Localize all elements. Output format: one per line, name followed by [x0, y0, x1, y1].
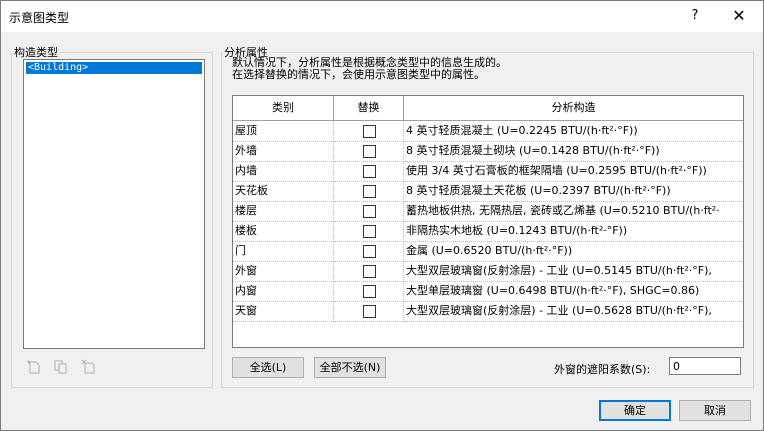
override-cell — [334, 281, 404, 302]
override-checkbox[interactable] — [363, 145, 376, 158]
override-cell — [334, 261, 404, 282]
ok-button[interactable]: 确定 — [599, 400, 671, 421]
category-cell: 天窗 — [233, 301, 334, 322]
override-cell — [334, 301, 404, 322]
select-all-button[interactable]: 全选(L) — [232, 357, 304, 378]
override-cell — [334, 181, 404, 202]
override-cell — [334, 121, 404, 142]
category-cell: 屋顶 — [233, 121, 334, 142]
construction-cell[interactable]: 使用 3/4 英寸石膏板的框架隔墙 (U=0.2595 BTU/(h·ft²·°… — [404, 161, 743, 182]
select-none-button[interactable]: 全部不选(N) — [314, 357, 386, 378]
header-category[interactable]: 类别 — [233, 96, 334, 120]
override-cell — [334, 161, 404, 182]
category-cell: 内窗 — [233, 281, 334, 302]
category-cell: 内墙 — [233, 161, 334, 182]
construction-cell[interactable]: 金属 (U=0.6520 BTU/(h·ft²·°F)) — [404, 241, 743, 262]
table-row: 天花板 8 英寸轻质混凝土天花板 (U=0.2397 BTU/(h·ft²·°F)… — [233, 181, 743, 202]
delete-type-icon[interactable] — [81, 359, 97, 375]
override-cell — [334, 241, 404, 262]
header-construction[interactable]: 分析构造 — [404, 96, 743, 120]
category-cell: 天花板 — [233, 181, 334, 202]
cancel-button[interactable]: 取消 — [679, 400, 751, 421]
title-bar: 示意图类型 ? ✕ — [1, 1, 763, 32]
dialog-title: 示意图类型 — [9, 11, 70, 25]
override-checkbox[interactable] — [363, 285, 376, 298]
category-cell: 楼层 — [233, 201, 334, 222]
override-checkbox[interactable] — [363, 225, 376, 238]
duplicate-type-icon[interactable] — [53, 359, 69, 375]
construction-cell[interactable]: 非隔热实木地板 (U=0.1243 BTU/(h·ft²·°F)) — [404, 221, 743, 242]
construction-cell[interactable]: 大型双层玻璃窗(反射涂层) - 工业 (U=0.5628 BTU/(h·ft²·… — [404, 301, 743, 322]
close-button[interactable]: ✕ — [717, 3, 761, 29]
table-row: 楼层 蓄热地板供热, 无隔热层, 瓷砖或乙烯基 (U=0.5210 BTU/(h·… — [233, 201, 743, 222]
construction-type-list[interactable]: <Building> — [23, 59, 205, 349]
analytic-construction-table: 类别 替换 分析构造 屋顶 4 英寸轻质混凝土 (U=0.2245 BTU/(h·… — [232, 95, 744, 348]
construction-cell[interactable]: 大型双层玻璃窗(反射涂层) - 工业 (U=0.5145 BTU/(h·ft²·… — [404, 261, 743, 282]
category-cell: 外墙 — [233, 141, 334, 162]
table-row: 外墙 8 英寸轻质混凝土砌块 (U=0.1428 BTU/(h·ft²·°F)) — [233, 141, 743, 162]
new-type-icon[interactable] — [26, 359, 42, 375]
table-row: 内窗 大型单层玻璃窗 (U=0.6498 BTU/(h·ft²·°F), SHGC… — [233, 281, 743, 302]
description-line-2: 在选择替换的情况下，会使用示意图类型中的属性。 — [232, 68, 485, 81]
header-override[interactable]: 替换 — [334, 96, 404, 120]
construction-cell[interactable]: 8 英寸轻质混凝土砌块 (U=0.1428 BTU/(h·ft²·°F)) — [404, 141, 743, 162]
category-cell: 外窗 — [233, 261, 334, 282]
override-cell — [334, 201, 404, 222]
category-cell: 楼板 — [233, 221, 334, 242]
construction-cell[interactable]: 大型单层玻璃窗 (U=0.6498 BTU/(h·ft²·°F), SHGC=0… — [404, 281, 743, 302]
construction-type-legend: 构造类型 — [14, 46, 58, 59]
override-checkbox[interactable] — [363, 305, 376, 318]
help-button[interactable]: ? — [673, 3, 717, 29]
shading-coefficient-label: 外窗的遮阳系数(S): — [554, 363, 651, 376]
table-row: 屋顶 4 英寸轻质混凝土 (U=0.2245 BTU/(h·ft²·°F)) — [233, 121, 743, 142]
construction-cell[interactable]: 蓄热地板供热, 无隔热层, 瓷砖或乙烯基 (U=0.5210 BTU/(h·ft… — [404, 201, 743, 222]
override-checkbox[interactable] — [363, 265, 376, 278]
category-cell: 门 — [233, 241, 334, 262]
table-row: 门 金属 (U=0.6520 BTU/(h·ft²·°F)) — [233, 241, 743, 262]
table-row: 天窗 大型双层玻璃窗(反射涂层) - 工业 (U=0.5628 BTU/(h·ft… — [233, 301, 743, 322]
table-row: 外窗 大型双层玻璃窗(反射涂层) - 工业 (U=0.5145 BTU/(h·ft… — [233, 261, 743, 282]
list-item[interactable]: <Building> — [26, 62, 202, 74]
override-cell — [334, 141, 404, 162]
override-cell — [334, 221, 404, 242]
override-checkbox[interactable] — [363, 205, 376, 218]
dialog-window: 示意图类型 ? ✕ 构造类型 <Building> 分析属性 默认情况下，分析属… — [0, 0, 764, 431]
construction-cell[interactable]: 4 英寸轻质混凝土 (U=0.2245 BTU/(h·ft²·°F)) — [404, 121, 743, 142]
override-checkbox[interactable] — [363, 165, 376, 178]
override-checkbox[interactable] — [363, 245, 376, 258]
override-checkbox[interactable] — [363, 185, 376, 198]
analytic-description: 默认情况下，分析属性是根据概念类型中的信息生成的。 在选择替换的情况下，会使用示… — [232, 57, 507, 81]
construction-cell[interactable]: 8 英寸轻质混凝土天花板 (U=0.2397 BTU/(h·ft²·°F)) — [404, 181, 743, 202]
shading-coefficient-input[interactable]: 0 — [669, 357, 741, 375]
override-checkbox[interactable] — [363, 125, 376, 138]
table-row: 楼板 非隔热实木地板 (U=0.1243 BTU/(h·ft²·°F)) — [233, 221, 743, 242]
table-row: 内墙 使用 3/4 英寸石膏板的框架隔墙 (U=0.2595 BTU/(h·ft²… — [233, 161, 743, 182]
table-header: 类别 替换 分析构造 — [233, 96, 743, 121]
